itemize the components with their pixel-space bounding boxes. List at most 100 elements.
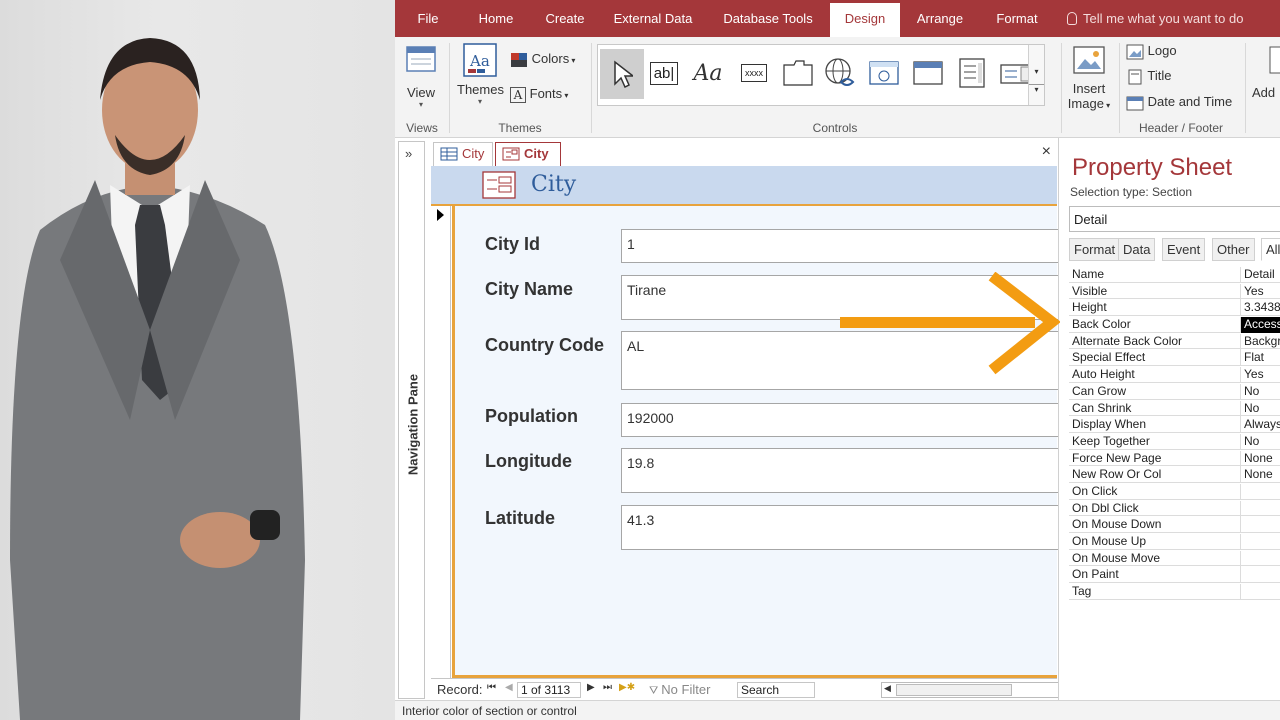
property-value[interactable]: No — [1240, 383, 1280, 400]
previous-record-icon[interactable]: ◀ — [505, 682, 513, 693]
property-row[interactable]: On Click — [1069, 483, 1280, 500]
property-value[interactable]: Backgr — [1240, 333, 1280, 350]
hyperlink-control-button[interactable] — [822, 55, 858, 91]
first-record-icon[interactable]: ⏮ — [487, 682, 496, 693]
new-record-icon[interactable]: ▶✱ — [619, 682, 635, 693]
property-value[interactable] — [1240, 483, 1280, 500]
date-time-button[interactable]: Date and Time — [1126, 94, 1232, 111]
select-pointer-button[interactable] — [600, 49, 644, 99]
tab-create[interactable]: Create — [535, 0, 595, 37]
property-row[interactable]: Visible Yes — [1069, 283, 1280, 300]
property-row[interactable]: Tag — [1069, 583, 1280, 601]
property-value[interactable] — [1240, 500, 1280, 517]
selection-dropdown[interactable]: Detail — [1069, 206, 1280, 232]
expand-nav-pane-icon[interactable]: » — [405, 146, 412, 161]
property-row[interactable]: On Paint — [1069, 566, 1280, 584]
navigation-control-button[interactable] — [910, 55, 946, 91]
view-dropdown-icon: ▾ — [418, 100, 423, 109]
property-value[interactable]: Detail — [1240, 267, 1280, 283]
property-value[interactable] — [1240, 534, 1280, 550]
property-row[interactable]: On Mouse Move — [1069, 550, 1280, 567]
property-name: Name — [1072, 267, 1105, 281]
tab-home[interactable]: Home — [467, 0, 525, 37]
no-filter-button[interactable]: ⛛ No Filter — [649, 682, 710, 698]
scroll-left-icon[interactable]: ◀ — [884, 683, 891, 694]
fonts-button[interactable]: A Fonts ▾ — [510, 86, 568, 103]
themes-button[interactable]: Aa Themes ▾ — [457, 42, 504, 106]
tab-control-button[interactable] — [780, 55, 816, 91]
label-control-button[interactable]: Aa — [690, 55, 726, 91]
textbox-control-button[interactable]: ab| — [646, 55, 682, 91]
tab-design[interactable]: Design — [830, 3, 900, 37]
view-button[interactable]: View ▾ — [403, 45, 439, 109]
current-record-input[interactable]: 1 of 3113 — [517, 682, 581, 698]
property-row[interactable]: Can Shrink No — [1069, 400, 1280, 417]
property-value[interactable] — [1240, 550, 1280, 567]
property-value[interactable] — [1240, 584, 1280, 601]
property-row[interactable]: On Mouse Up — [1069, 533, 1280, 550]
property-row[interactable]: Name Detail — [1069, 266, 1280, 283]
property-value[interactable]: Yes — [1240, 367, 1280, 384]
ribbon-tab-bar: File Home Create External Data Database … — [395, 0, 1280, 37]
tab-format[interactable]: Format — [985, 0, 1049, 37]
longitude-field[interactable]: 19.8 — [621, 448, 1061, 493]
status-bar: Interior color of section or control — [395, 700, 1280, 720]
tab-city-form[interactable]: City — [495, 142, 561, 166]
property-row[interactable]: Can Grow No — [1069, 383, 1280, 400]
property-row[interactable]: Auto Height Yes — [1069, 366, 1280, 384]
logo-button[interactable]: Logo — [1126, 43, 1177, 60]
property-value[interactable]: Always — [1240, 417, 1280, 434]
population-field[interactable]: 192000 — [621, 403, 1061, 437]
close-document-icon[interactable]: × — [1042, 143, 1051, 161]
property-row[interactable]: Special Effect Flat — [1069, 349, 1280, 367]
property-value[interactable]: No — [1240, 400, 1280, 417]
navigation-pane-label: Navigation Pane — [405, 373, 421, 476]
property-row[interactable]: Alternate Back Color Backgr — [1069, 333, 1280, 350]
record-selector[interactable] — [431, 206, 451, 678]
property-row[interactable]: Keep Together No — [1069, 433, 1280, 450]
property-value[interactable] — [1240, 567, 1280, 584]
property-row[interactable]: Back Color Access — [1069, 316, 1280, 334]
colors-button[interactable]: Colors ▾ — [510, 51, 575, 68]
search-input[interactable]: Search — [737, 682, 815, 698]
prop-tab-format[interactable]: Format — [1069, 238, 1121, 261]
property-value[interactable]: 3.34387 — [1240, 300, 1280, 317]
prop-tab-data[interactable]: Data — [1118, 238, 1156, 261]
next-record-icon[interactable]: ▶ — [587, 682, 595, 693]
add-existing-fields-button[interactable]: Add — [1250, 45, 1280, 100]
tab-external-data[interactable]: External Data — [607, 0, 699, 37]
gallery-scroll[interactable]: ▾ ▾ — [1028, 45, 1044, 105]
navigation-pane[interactable]: » Navigation Pane — [398, 141, 425, 699]
insert-image-button[interactable]: Insert Image ▾ — [1067, 45, 1111, 111]
city-id-field[interactable]: 1 — [621, 229, 1061, 263]
property-value[interactable]: Access — [1240, 317, 1280, 334]
last-record-icon[interactable]: ⏭ — [603, 682, 612, 693]
property-value[interactable] — [1240, 517, 1280, 534]
property-row[interactable]: New Row Or Col None — [1069, 466, 1280, 484]
prop-tab-all[interactable]: All — [1261, 238, 1280, 261]
tab-file[interactable]: File — [405, 0, 451, 37]
property-row[interactable]: Height 3.34387 — [1069, 299, 1280, 317]
prop-tab-event[interactable]: Event — [1162, 238, 1206, 261]
web-browser-control-button[interactable] — [866, 55, 902, 91]
property-row[interactable]: On Dbl Click — [1069, 500, 1280, 517]
title-button[interactable]: Title — [1126, 68, 1171, 85]
property-row[interactable]: Display When Always — [1069, 416, 1280, 434]
button-control-button[interactable]: xxxx — [736, 55, 772, 91]
property-value[interactable]: Yes — [1240, 283, 1280, 300]
tab-city-table[interactable]: City — [433, 142, 493, 166]
property-value[interactable]: None — [1240, 450, 1280, 467]
property-row[interactable]: On Mouse Down — [1069, 516, 1280, 534]
property-value[interactable]: Flat — [1240, 350, 1280, 367]
tab-arrange[interactable]: Arrange — [907, 0, 973, 37]
property-value[interactable]: No — [1240, 433, 1280, 450]
scroll-thumb[interactable] — [896, 684, 1012, 696]
access-window: File Home Create External Data Database … — [395, 0, 1280, 720]
property-row[interactable]: Force New Page None — [1069, 450, 1280, 467]
option-group-control-button[interactable] — [954, 55, 990, 91]
latitude-field[interactable]: 41.3 — [621, 505, 1061, 550]
tell-me-box[interactable]: Tell me what you want to do — [1067, 0, 1243, 37]
prop-tab-other[interactable]: Other — [1212, 238, 1255, 261]
property-value[interactable]: None — [1240, 467, 1280, 484]
tab-database-tools[interactable]: Database Tools — [713, 0, 823, 37]
